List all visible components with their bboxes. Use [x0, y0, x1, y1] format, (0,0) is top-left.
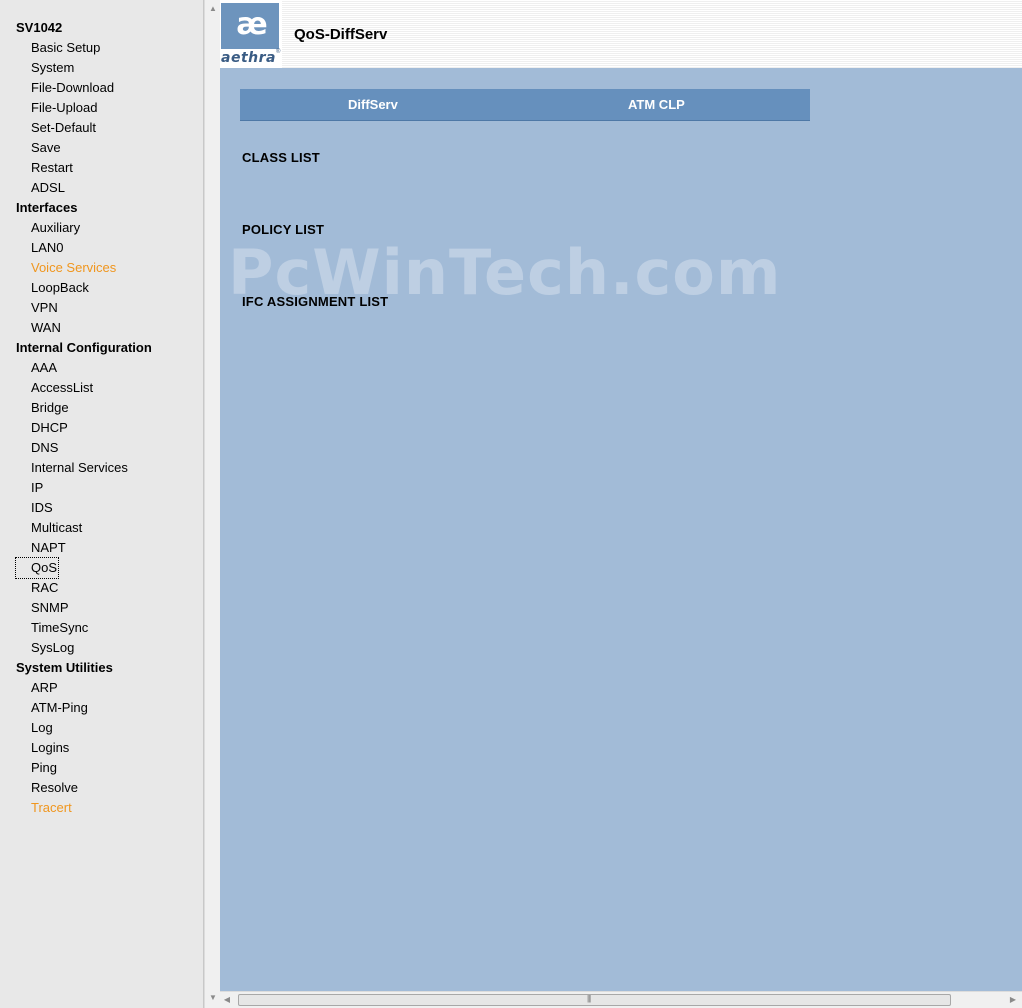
nav-item-timesync[interactable]: TimeSync [31, 618, 88, 638]
nav-item-file-download[interactable]: File-Download [31, 78, 114, 98]
logo-glyph: æ [236, 7, 267, 42]
nav-item-wan[interactable]: WAN [31, 318, 61, 338]
nav-item-ping[interactable]: Ping [31, 758, 57, 778]
nav-item-accesslist[interactable]: AccessList [31, 378, 93, 398]
logo-wordmark: aethra [221, 50, 276, 66]
policy-list-heading: POLICY LIST [242, 222, 325, 237]
nav-section-internal-configuration: Internal Configuration [16, 340, 152, 355]
nav-item-auxiliary[interactable]: Auxiliary [31, 218, 80, 238]
nav-item-basic-setup[interactable]: Basic Setup [31, 38, 100, 58]
nav-item-save[interactable]: Save [31, 138, 61, 158]
nav-item-dhcp[interactable]: DHCP [31, 418, 68, 438]
nav-item-set-default[interactable]: Set-Default [31, 118, 96, 138]
nav-item-vpn[interactable]: VPN [31, 298, 58, 318]
page-header: æ aethra ® QoS-DiffServ [220, 0, 1022, 68]
nav-item-ip[interactable]: IP [31, 478, 43, 498]
nav-vertical-scrollbar[interactable]: ▲ ▼ [204, 0, 220, 1008]
tab-diffserv[interactable]: DiffServ [348, 89, 398, 121]
nav-item-lan0[interactable]: LAN0 [31, 238, 64, 258]
scroll-right-icon[interactable]: ▶ [1008, 995, 1018, 1004]
nav-item-ids[interactable]: IDS [31, 498, 53, 518]
scrollbar-thumb[interactable]: ||| [238, 994, 951, 1006]
scroll-down-icon[interactable]: ▼ [205, 993, 221, 1002]
scroll-up-icon[interactable]: ▲ [205, 4, 221, 13]
nav-item-arp[interactable]: ARP [31, 678, 58, 698]
nav-item-system[interactable]: System [31, 58, 74, 78]
nav-item-file-upload[interactable]: File-Upload [31, 98, 97, 118]
tab-atm-clp[interactable]: ATM CLP [628, 89, 685, 121]
page-title: QoS-DiffServ [294, 26, 388, 43]
logo-registered-mark: ® [276, 49, 281, 55]
content-frame: æ aethra ® QoS-DiffServ PcWinTech.com Di… [220, 0, 1022, 991]
nav-section-interfaces: Interfaces [16, 200, 78, 215]
nav-item-adsl[interactable]: ADSL [31, 178, 65, 198]
nav-item-dns[interactable]: DNS [31, 438, 58, 458]
nav-item-internal-services[interactable]: Internal Services [31, 458, 128, 478]
nav-item-snmp[interactable]: SNMP [31, 598, 69, 618]
nav-section-sv1042: SV1042 [16, 20, 63, 35]
nav-item-atm-ping[interactable]: ATM-Ping [31, 698, 88, 718]
aethra-logo: æ aethra ® [220, 0, 282, 68]
scroll-left-icon[interactable]: ◀ [222, 995, 232, 1004]
nav-item-multicast[interactable]: Multicast [31, 518, 82, 538]
nav-item-syslog[interactable]: SysLog [31, 638, 74, 658]
nav-item-resolve[interactable]: Resolve [31, 778, 78, 798]
nav-item-tracert[interactable]: Tracert [31, 798, 72, 818]
nav-item-napt[interactable]: NAPT [31, 538, 66, 558]
logo-mark: æ [221, 3, 279, 49]
class-list-heading: CLASS LIST [242, 150, 320, 165]
nav-item-log[interactable]: Log [31, 718, 53, 738]
tab-bar: DiffServ ATM CLP [240, 89, 810, 121]
nav-item-logins[interactable]: Logins [31, 738, 69, 758]
scrollbar-grip-icon: ||| [587, 994, 591, 1003]
nav-item-bridge[interactable]: Bridge [31, 398, 69, 418]
nav-section-system-utilities: System Utilities [16, 660, 113, 675]
ifc-assignment-list-heading: IFC ASSIGNMENT LIST [242, 294, 389, 309]
nav-item-restart[interactable]: Restart [31, 158, 73, 178]
content-horizontal-scrollbar[interactable]: ◀ ||| ▶ [220, 991, 1022, 1008]
nav-item-aaa[interactable]: AAA [31, 358, 57, 378]
nav-item-voice-services[interactable]: Voice Services [31, 258, 116, 278]
nav-item-qos[interactable]: QoS [14, 557, 60, 579]
nav-item-rac[interactable]: RAC [31, 578, 58, 598]
nav-item-loopback[interactable]: LoopBack [31, 278, 89, 298]
navigation-panel: SV1042 Basic Setup System File-Download File… [0, 0, 204, 1008]
